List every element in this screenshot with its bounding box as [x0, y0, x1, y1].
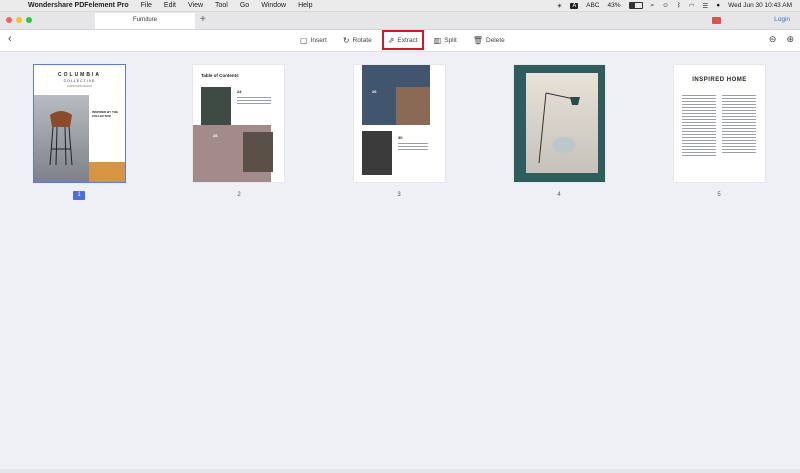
menu-window[interactable]: Window	[261, 2, 286, 9]
delete-label: Delete	[486, 36, 505, 44]
page3-number-1: 26	[372, 89, 377, 94]
input-source-label[interactable]: ABC	[586, 2, 599, 9]
menu-tool[interactable]: Tool	[215, 2, 228, 9]
delete-button[interactable]: 🗑 Delete	[470, 33, 508, 47]
back-chevron-icon[interactable]: ‹	[8, 33, 12, 45]
toc-photo-2	[243, 132, 273, 172]
page-thumbnail-2[interactable]: Table of Contents 24 28	[193, 65, 284, 182]
wifi-icon[interactable]: ◠	[689, 2, 695, 10]
extract-label: Extract	[397, 36, 418, 44]
menu-file[interactable]: File	[141, 2, 152, 9]
menu-bar: Wondershare PDFelement Pro File Edit Vie…	[0, 0, 800, 12]
toc-lines	[237, 97, 271, 106]
page1-title: COLUMBIA	[58, 72, 101, 78]
clock[interactable]: Wed Jun 30 10:43 AM	[728, 2, 792, 9]
page5-column-1	[682, 95, 716, 158]
siri-icon[interactable]: ●	[716, 2, 720, 9]
split-button[interactable]: ▥ Split	[431, 33, 460, 47]
flag-icon[interactable]	[712, 17, 721, 24]
search-icon[interactable]: ⌕	[651, 2, 655, 10]
page2-title: Table of Contents	[201, 73, 239, 78]
menu-view[interactable]: View	[188, 2, 203, 9]
trash-icon: 🗑	[472, 35, 483, 45]
page5-column-2	[722, 95, 756, 155]
rotate-label: Rotate	[352, 36, 372, 44]
page3-number-2: 30	[398, 135, 403, 140]
toc-photo-1	[201, 87, 231, 125]
page3-photo-1	[396, 87, 430, 125]
page-thumbnail-3[interactable]: 26 30	[354, 65, 445, 182]
tab-bar: Furniture + Login	[0, 12, 800, 30]
control-center-icon[interactable]: ☰	[702, 2, 708, 10]
toc-number-2: 28	[213, 133, 218, 138]
page1-subtitle: COLLECTIVE	[63, 79, 96, 83]
extract-button[interactable]: ⇗ Extract	[381, 30, 424, 50]
zoom-in-icon[interactable]: ⊕	[786, 34, 794, 45]
menu-go[interactable]: Go	[240, 2, 249, 9]
battery-percent: 43%	[607, 2, 621, 9]
chair-illustration	[49, 111, 73, 165]
brightness-icon[interactable]: ☀	[557, 2, 563, 10]
rotate-button[interactable]: ↻ Rotate	[340, 33, 375, 47]
zoom-out-icon[interactable]: ⊖	[769, 34, 777, 45]
bluetooth-icon[interactable]: ᛒ	[677, 2, 681, 9]
lamp-illustration	[538, 92, 580, 164]
page-number-4[interactable]: 4	[553, 191, 565, 200]
menu-edit[interactable]: Edit	[164, 2, 176, 9]
page-thumbnail-4[interactable]	[514, 65, 605, 182]
page5-title: INSPIRED HOME	[692, 77, 747, 83]
status-area: ☀ A ABC 43% ⌕ ☺ ᛒ ◠ ☰ ● Wed Jun 30 10:43…	[557, 0, 792, 11]
menu-help[interactable]: Help	[298, 2, 312, 9]
extract-icon: ⇗	[387, 35, 395, 45]
messages-icon[interactable]: ☺	[662, 2, 669, 9]
close-window-icon[interactable]	[6, 17, 12, 23]
page3-lines	[398, 143, 428, 152]
zoom-window-icon[interactable]	[26, 17, 32, 23]
new-tab-button[interactable]: +	[200, 14, 206, 25]
bottom-edge	[0, 469, 800, 473]
window-controls	[6, 17, 32, 23]
insert-icon: ▢	[300, 35, 308, 45]
page-number-2[interactable]: 2	[233, 191, 245, 200]
orange-block	[89, 162, 125, 182]
rotate-icon: ↻	[342, 35, 350, 45]
insert-label: Insert	[310, 36, 327, 44]
page-number-3[interactable]: 3	[393, 191, 405, 200]
battery-icon[interactable]	[628, 2, 643, 9]
page1-tag: FURNITURE DESIGN	[67, 85, 92, 88]
split-icon: ▥	[433, 35, 442, 45]
toc-number-1: 24	[237, 89, 242, 94]
page-thumbnail-1[interactable]: COLUMBIA COLLECTIVE FURNITURE DESIGN INS…	[33, 64, 126, 183]
page-thumbnail-5[interactable]: INSPIRED HOME	[674, 65, 765, 182]
login-link[interactable]: Login	[774, 16, 790, 23]
page-number-1[interactable]: 1	[73, 191, 85, 200]
tab-furniture[interactable]: Furniture	[95, 13, 195, 29]
page3-photo-2	[362, 131, 392, 175]
page-number-5[interactable]: 5	[713, 191, 725, 200]
page1-text: INSPIRED BY THE COLLECTIVE	[92, 110, 118, 118]
input-source-icon[interactable]: A	[570, 2, 579, 9]
split-label: Split	[444, 36, 457, 44]
insert-button[interactable]: ▢ Insert	[297, 33, 330, 47]
minimize-window-icon[interactable]	[16, 17, 22, 23]
app-name-menu[interactable]: Wondershare PDFelement Pro	[28, 2, 129, 9]
page-toolbar: ‹ ▢ Insert ↻ Rotate ⇗ Extract ▥ Split 🗑 …	[0, 30, 800, 52]
